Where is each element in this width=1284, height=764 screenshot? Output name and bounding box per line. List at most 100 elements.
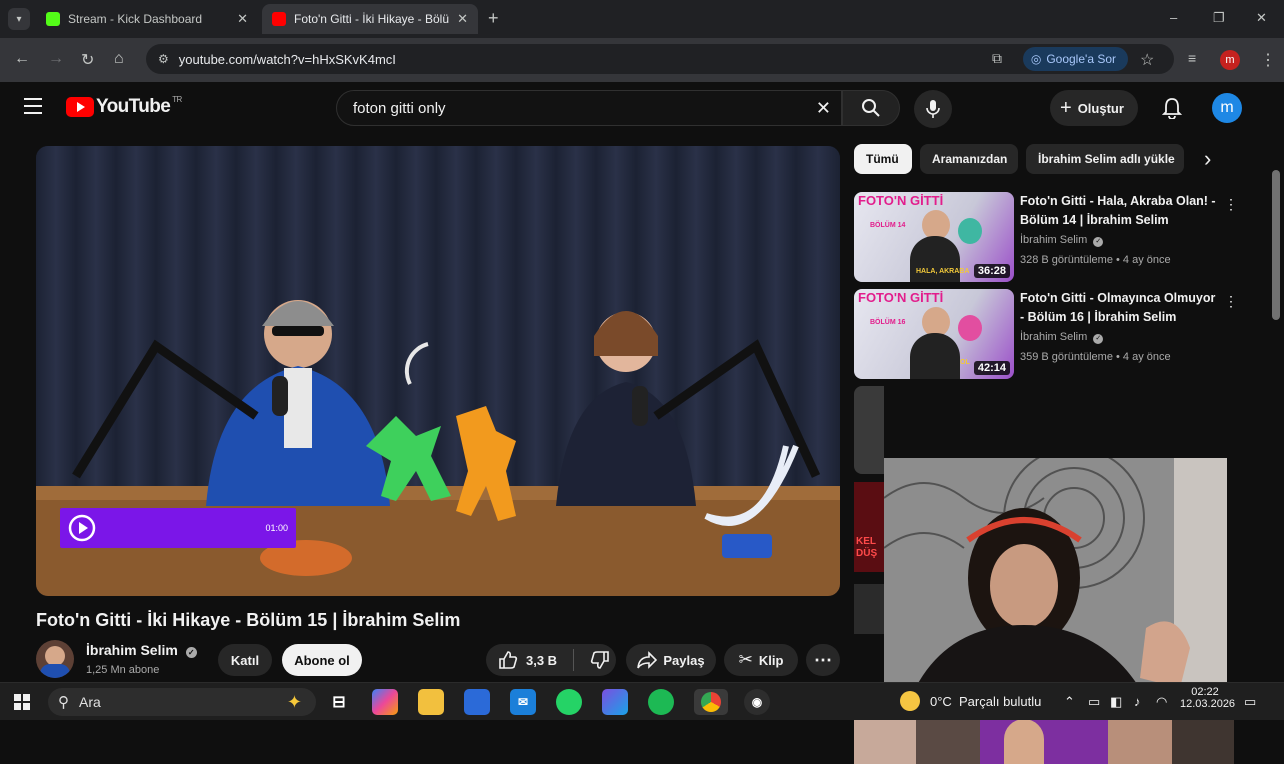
url-text[interactable]: youtube.com/watch?v=hHxSKvK4mcI: [179, 52, 396, 67]
video-thumbnail[interactable]: FOTO'N GİTTİ BÖLÜM 14 HALA, AKRABA 36:28: [854, 192, 1014, 282]
clip-label: Klip: [758, 652, 784, 668]
home-icon[interactable]: ⌂: [114, 50, 124, 68]
search-button[interactable]: [842, 90, 900, 126]
microsoft-store-icon[interactable]: [464, 689, 490, 715]
youtube-page: YouTube TR foton gitti only ✕ + Oluştur …: [0, 82, 1284, 764]
taskbar-search-placeholder[interactable]: Ara: [79, 694, 101, 710]
more-actions-button[interactable]: ⋯: [806, 644, 840, 676]
channel-avatar[interactable]: [36, 640, 74, 678]
chip-channel-uploads[interactable]: İbrahim Selim adlı yükle: [1026, 144, 1184, 174]
windows-start-icon[interactable]: [14, 694, 30, 710]
ask-google-button[interactable]: ◎ Google'a Sor: [1022, 47, 1128, 71]
weather-text[interactable]: Parçalı bulutlu: [959, 694, 1041, 709]
new-tab-button[interactable]: +: [488, 8, 499, 29]
account-avatar[interactable]: m: [1212, 93, 1242, 123]
create-label: Oluştur: [1077, 100, 1124, 116]
chip-all[interactable]: Tümü: [854, 144, 912, 174]
recommendation-item[interactable]: FOTO'N GİTTİ BÖLÜM 16 OL 42:14 Foto'n Gi…: [854, 289, 1238, 381]
weather-temp[interactable]: 0°C: [930, 694, 952, 709]
channel-label[interactable]: İbrahim Selim: [1020, 331, 1087, 343]
tab-title: Stream - Kick Dashboard: [68, 12, 203, 26]
volume-icon[interactable]: ♪: [1134, 694, 1141, 709]
share-button[interactable]: Paylaş: [626, 644, 716, 676]
like-button[interactable]: 3,3 B: [498, 650, 557, 670]
site-info-icon[interactable]: ⚙: [158, 52, 169, 66]
join-button[interactable]: Katıl: [218, 644, 272, 676]
recommendation-menu-icon[interactable]: ⋮: [1224, 293, 1238, 310]
reload-icon[interactable]: ↻: [81, 50, 94, 70]
video-player[interactable]: 01:00: [36, 146, 840, 596]
recommendation-item[interactable]: FOTO'N GİTTİ BÖLÜM 14 HALA, AKRABA 36:28…: [854, 192, 1238, 284]
promo-time: 01:00: [265, 523, 288, 533]
tab-search-icon[interactable]: ▾: [8, 8, 30, 30]
recommendation-thumbnail-partial[interactable]: [854, 386, 884, 474]
forward-icon[interactable]: →: [48, 50, 64, 68]
close-window-button[interactable]: ✕: [1256, 10, 1267, 26]
youtube-logo[interactable]: YouTube TR: [66, 95, 182, 118]
copilot-icon[interactable]: [372, 689, 398, 715]
file-explorer-icon[interactable]: [418, 689, 444, 715]
chrome-icon[interactable]: [694, 689, 728, 715]
chevron-right-icon[interactable]: ›: [1204, 146, 1211, 172]
chip-from-search[interactable]: Aramanızdan: [920, 144, 1018, 174]
notification-center-icon[interactable]: ▭: [1244, 694, 1256, 710]
recommendation-menu-icon[interactable]: ⋮: [1224, 196, 1238, 213]
reading-list-icon[interactable]: ≡: [1188, 50, 1196, 66]
search-icon: [862, 99, 880, 117]
bookmark-star-icon[interactable]: ☆: [1140, 50, 1154, 70]
voice-search-button[interactable]: [914, 90, 952, 128]
recommendation-title[interactable]: Foto'n Gitti - Hala, Akraba Olan! - Bölü…: [1020, 192, 1216, 230]
maximize-button[interactable]: ❐: [1213, 10, 1225, 26]
tab-kick-dashboard[interactable]: Stream - Kick Dashboard ✕: [36, 4, 258, 34]
tray-app-icon[interactable]: ▭: [1088, 694, 1100, 710]
recommendation-channel[interactable]: İbrahim Selim ✓: [1020, 331, 1104, 344]
taskbar-search-input[interactable]: ⚲ Ara ✦: [48, 688, 316, 716]
promo-overlay-card[interactable]: 01:00: [60, 508, 296, 548]
create-button[interactable]: + Oluştur: [1050, 90, 1138, 126]
recommendation-channel[interactable]: İbrahim Selim ✓: [1020, 234, 1104, 247]
tab-youtube-video[interactable]: Foto'n Gitti - İki Hikaye - Bölüm ✕: [262, 4, 478, 34]
hamburger-menu-icon[interactable]: [24, 98, 42, 114]
task-view-icon[interactable]: ⊟: [326, 689, 352, 715]
thumb-episode: BÖLÜM 16: [870, 319, 906, 326]
page-scrollbar[interactable]: [1272, 170, 1280, 320]
logo-text: YouTube: [96, 96, 171, 117]
profile-avatar[interactable]: m: [1220, 50, 1240, 70]
microsoft-365-icon[interactable]: [602, 689, 628, 715]
install-app-icon[interactable]: ⧉: [992, 50, 1002, 67]
tray-app-icon[interactable]: ◧: [1110, 694, 1122, 710]
channel-name-text[interactable]: İbrahim Selim: [86, 642, 178, 658]
url-bar[interactable]: ⚙ youtube.com/watch?v=hHxSKvK4mcI: [146, 44, 1174, 74]
clock[interactable]: 02:22 12.03.2026: [1180, 686, 1235, 710]
back-icon[interactable]: ←: [14, 50, 30, 68]
search-input[interactable]: foton gitti only ✕: [336, 90, 842, 126]
close-tab-icon[interactable]: ✕: [457, 11, 468, 27]
obs-icon[interactable]: ◉: [744, 689, 770, 715]
play-circle-icon[interactable]: [68, 514, 96, 542]
subscribe-button[interactable]: Abone ol: [282, 644, 362, 676]
channel-label[interactable]: İbrahim Selim: [1020, 234, 1087, 246]
thumbs-down-icon[interactable]: [590, 650, 610, 670]
notifications-bell-icon[interactable]: [1161, 97, 1183, 124]
recommendation-meta: 359 B görüntüleme • 4 ay önce: [1020, 351, 1171, 363]
mail-icon[interactable]: ✉: [510, 689, 536, 715]
tray-chevron-icon[interactable]: ⌃: [1064, 694, 1075, 710]
microphone-icon: [926, 100, 940, 118]
search-value[interactable]: foton gitti only: [353, 100, 446, 117]
google-lens-icon: ◎: [1030, 52, 1042, 66]
weather-icon[interactable]: [900, 691, 920, 711]
close-tab-icon[interactable]: ✕: [237, 11, 248, 27]
channel-name[interactable]: İbrahim Selim ✓: [86, 642, 197, 658]
whatsapp-icon[interactable]: [556, 689, 582, 715]
recommendation-thumbnail-partial[interactable]: [854, 584, 884, 634]
recommendation-title[interactable]: Foto'n Gitti - Olmayınca Olmuyor - Bölüm…: [1020, 289, 1216, 327]
clip-button[interactable]: ✂ Klip: [724, 644, 798, 676]
clear-search-icon[interactable]: ✕: [816, 98, 831, 119]
verified-check-icon: ✓: [1093, 237, 1104, 247]
minimize-button[interactable]: –: [1170, 10, 1177, 25]
recommendation-thumbnail-partial[interactable]: KEL DÜŞ: [854, 482, 884, 572]
wifi-icon[interactable]: ◠: [1156, 694, 1167, 710]
spotify-icon[interactable]: [648, 689, 674, 715]
menu-kebab-icon[interactable]: ⋮: [1260, 50, 1276, 70]
video-thumbnail[interactable]: FOTO'N GİTTİ BÖLÜM 16 OL 42:14: [854, 289, 1014, 379]
